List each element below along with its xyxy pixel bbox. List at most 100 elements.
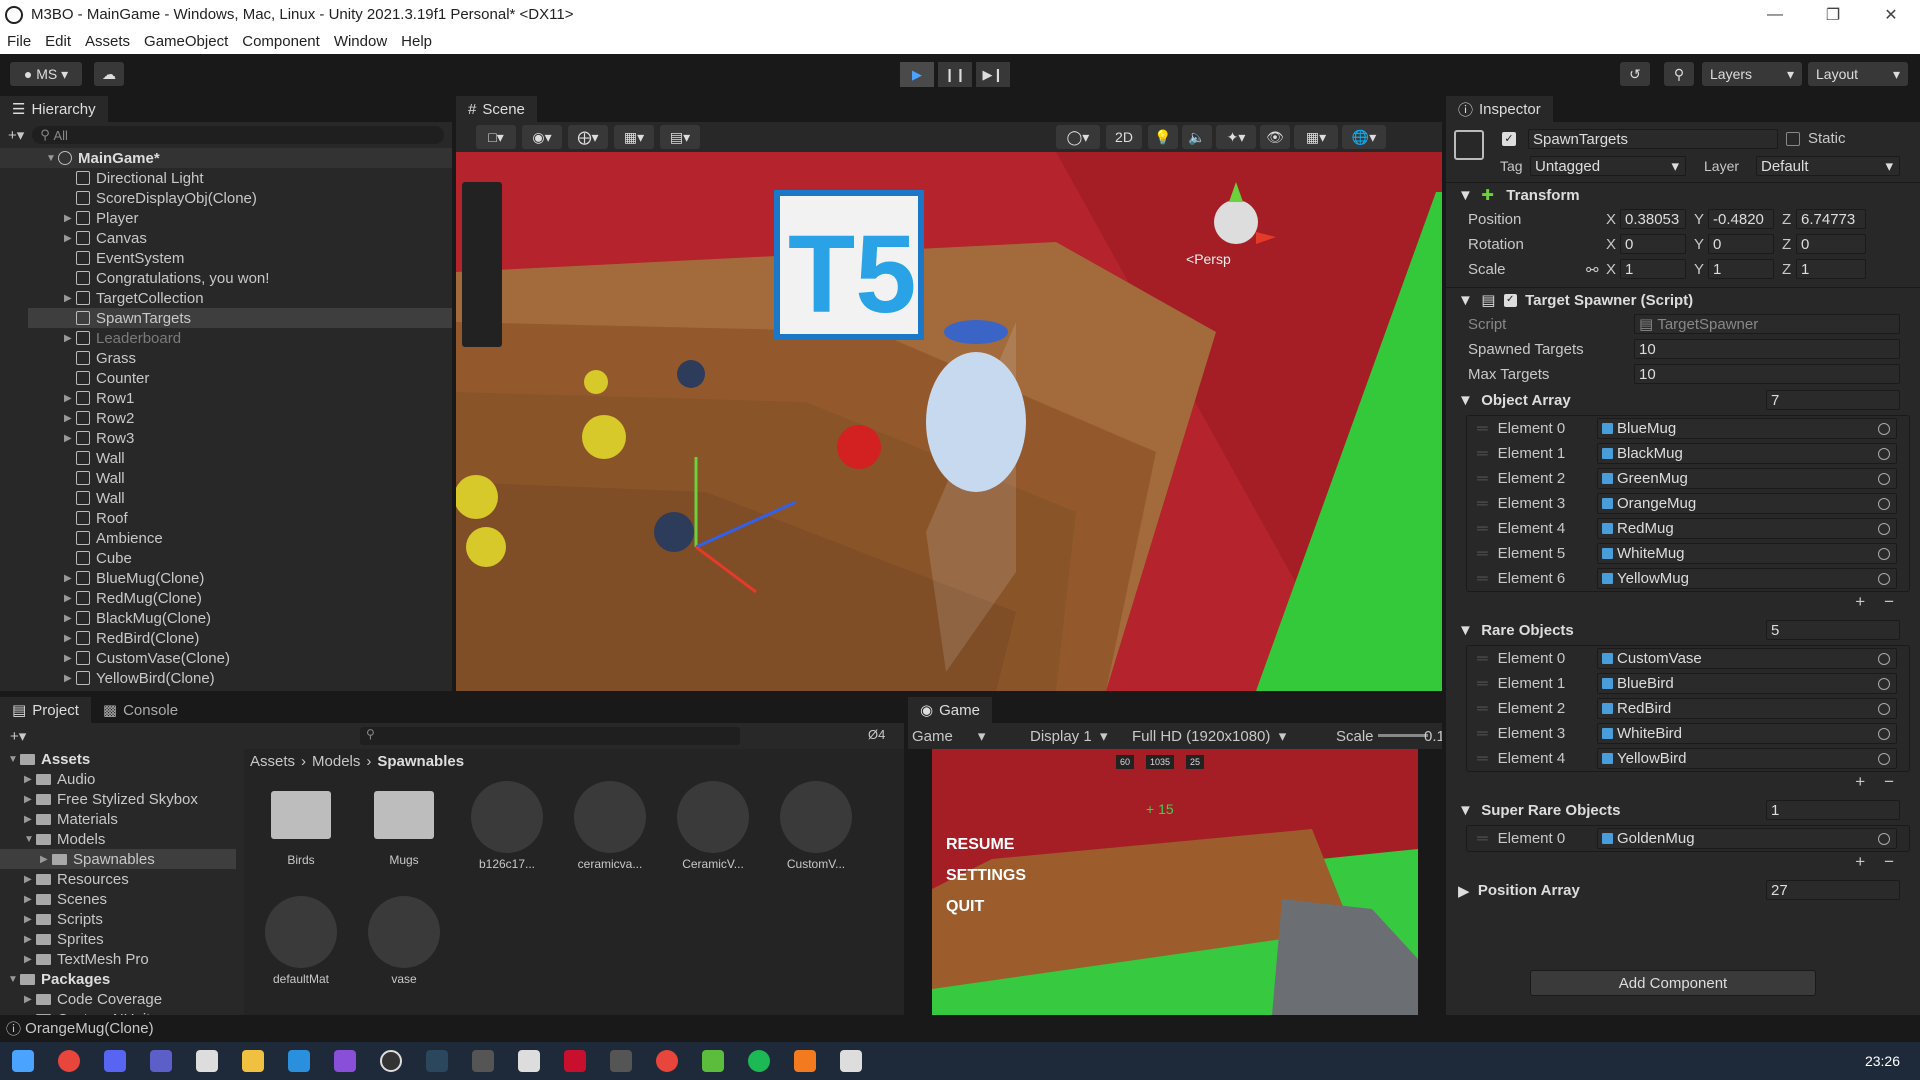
array-element[interactable]: ═ Element 2 GreenMug [1467,466,1909,491]
drag-handle-icon[interactable]: ═ [1477,495,1488,512]
drag-handle-icon[interactable]: ═ [1477,570,1488,587]
hierarchy-item[interactable]: Grass [28,348,452,368]
array-element[interactable]: ═ Element 3 WhiteBird [1467,721,1909,746]
hierarchy-item[interactable]: ▶ YellowBird(Clone) [28,668,452,688]
asset-tile[interactable]: ceramicva... [565,781,655,871]
asset-tile[interactable]: defaultMat [256,896,346,986]
asset-tile[interactable]: Mugs [359,781,449,867]
array-element[interactable]: ═ Element 1 BlackMug [1467,441,1909,466]
expand-arrow-icon[interactable]: ▶ [64,673,76,684]
steam-icon[interactable] [426,1050,448,1072]
array-element[interactable]: ═ Element 0 CustomVase [1467,646,1909,671]
hierarchy-item[interactable]: Wall [28,468,452,488]
chrome-icon[interactable] [656,1050,678,1072]
expand-arrow-icon[interactable]: ▶ [64,593,76,604]
add-element-button[interactable]: + [1855,772,1865,791]
add-component-button[interactable]: Add Component [1530,970,1816,996]
object-picker-icon[interactable] [1878,727,1890,740]
hierarchy-item[interactable]: Directional Light [28,168,452,188]
static-checkbox[interactable] [1786,132,1800,146]
project-tree-item[interactable]: ▶ TextMesh Pro [0,949,236,969]
app-icon[interactable] [610,1050,632,1072]
gizmos-icon[interactable]: 🌐▾ [1342,125,1386,149]
expand-arrow-icon[interactable]: ▼ [8,754,20,765]
drag-handle-icon[interactable]: ═ [1477,445,1488,462]
name-field[interactable]: SpawnTargets [1528,129,1778,149]
object-picker-icon[interactable] [1878,702,1890,715]
expand-arrow-icon[interactable]: ▼ [24,834,36,845]
object-reference-field[interactable]: BlueBird [1597,673,1897,694]
object-reference-field[interactable]: BlueMug [1597,418,1897,439]
expand-arrow-icon[interactable]: ▼ [8,974,20,985]
teams-icon[interactable] [150,1050,172,1072]
draw-mode-icon[interactable]: □▾ [476,125,516,149]
object-reference-field[interactable]: OrangeMug [1597,493,1897,514]
expand-arrow-icon[interactable]: ▶ [64,213,76,224]
drag-handle-icon[interactable]: ═ [1477,675,1488,692]
position-array-header[interactable]: ▶ Position Array 27 [1446,878,1920,903]
asset-tile[interactable]: CeramicV... [668,781,758,871]
array-size-field[interactable]: 7 [1766,390,1900,410]
script-header[interactable]: ▼ ▤ ✓ Target Spawner (Script) [1446,287,1920,312]
asset-tile[interactable]: b126c17... [462,781,552,871]
minecraft-icon[interactable] [702,1050,724,1072]
object-picker-icon[interactable] [1878,652,1890,665]
windows-start-icon[interactable] [12,1050,34,1072]
drag-handle-icon[interactable]: ═ [1477,700,1488,717]
expand-arrow-icon[interactable]: ▶ [64,613,76,624]
object-reference-field[interactable]: YellowMug [1597,568,1897,589]
audio-icon[interactable]: 🔈 [1182,125,1212,149]
hierarchy-item[interactable]: Cube [28,548,452,568]
close-icon[interactable]: ✕ [1862,0,1920,29]
add-icon[interactable]: +▾ [10,727,26,745]
hierarchy-item[interactable]: ▶ Row1 [28,388,452,408]
remove-element-button[interactable]: − [1884,592,1894,611]
object-reference-field[interactable]: RedMug [1597,518,1897,539]
object-picker-icon[interactable] [1878,832,1890,845]
position-x-field[interactable]: 0.38053 [1620,209,1686,229]
unity-icon[interactable] [840,1050,862,1072]
array-element[interactable]: ═ Element 3 OrangeMug [1467,491,1909,516]
expand-arrow-icon[interactable]: ▶ [24,994,36,1005]
super-rare-header[interactable]: ▼ Super Rare Objects 1 [1446,798,1920,823]
hierarchy-item[interactable]: Congratulations, you won! [28,268,452,288]
app-icon[interactable] [564,1050,586,1072]
array-element[interactable]: ═ Element 0 GoldenMug [1467,826,1909,851]
expand-arrow-icon[interactable]: ▶ [40,854,52,865]
object-picker-icon[interactable] [1878,497,1890,510]
tab-game[interactable]: ◉ Game [908,697,992,723]
play-button[interactable]: ▶ [900,62,934,87]
object-picker-icon[interactable] [1878,572,1890,585]
array-element[interactable]: ═ Element 2 RedBird [1467,696,1909,721]
object-reference-field[interactable]: GreenMug [1597,468,1897,489]
object-reference-field[interactable]: WhiteBird [1597,723,1897,744]
chrome-icon[interactable] [58,1050,80,1072]
drag-handle-icon[interactable]: ═ [1477,750,1488,767]
expand-arrow-icon[interactable]: ▶ [64,653,76,664]
object-reference-field[interactable]: BlackMug [1597,443,1897,464]
expand-arrow-icon[interactable]: ▶ [24,814,36,825]
expand-arrow-icon[interactable]: ▶ [24,934,36,945]
expand-arrow-icon[interactable]: ▶ [24,774,36,785]
drag-handle-icon[interactable]: ═ [1477,545,1488,562]
grid-toggle-icon[interactable]: ▦▾ [614,125,654,149]
effects-icon[interactable]: ✦▾ [1216,125,1256,149]
array-element[interactable]: ═ Element 4 YellowBird [1467,746,1909,771]
discord-icon[interactable] [104,1050,126,1072]
blender-icon[interactable] [794,1050,816,1072]
expand-arrow-icon[interactable]: ▶ [64,293,76,304]
array-element[interactable]: ═ Element 0 BlueMug [1467,416,1909,441]
hierarchy-item[interactable]: ▶ RedMug(Clone) [28,588,452,608]
minimize-icon[interactable]: — [1746,0,1804,29]
visibility-icon[interactable]: 👁 [1260,125,1290,149]
spotify-icon[interactable] [748,1050,770,1072]
object-picker-icon[interactable] [1878,752,1890,765]
scale-z-field[interactable]: 1 [1796,259,1866,279]
tab-project[interactable]: ▤ Project [0,697,91,723]
active-checkbox[interactable]: ✓ [1502,132,1516,146]
project-tree-item[interactable]: ▶ Sprites [0,929,236,949]
vscode-icon[interactable] [288,1050,310,1072]
pause-button[interactable]: ❙❙ [938,62,972,87]
hierarchy-item[interactable]: ▶ Row2 [28,408,452,428]
project-tree-item[interactable]: ▼ Assets [0,749,236,769]
